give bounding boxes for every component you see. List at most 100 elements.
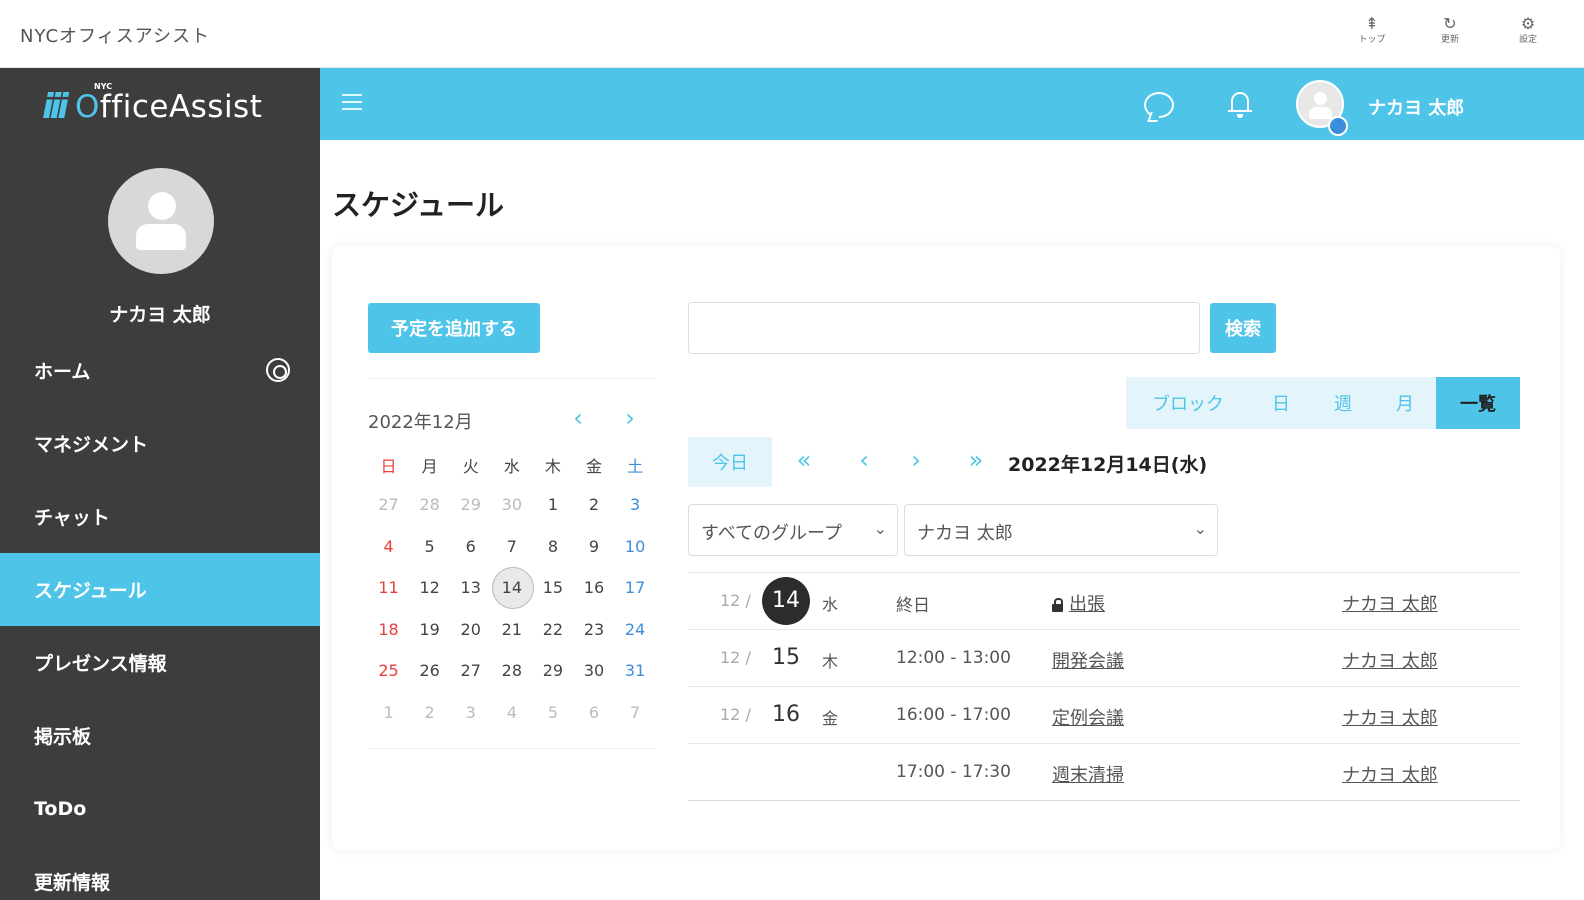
tab-month[interactable]: 月 — [1374, 377, 1436, 429]
calendar-day[interactable]: 23 — [573, 620, 614, 639]
calendar-day[interactable]: 30 — [573, 661, 614, 680]
calendar-day[interactable]: 4 — [491, 703, 532, 722]
schedule-weekday: 金 — [822, 709, 839, 728]
calendar-day[interactable]: 7 — [615, 703, 656, 722]
calendar-day[interactable]: 11 — [368, 578, 409, 597]
schedule-time: 17:00 - 17:30 — [896, 762, 1011, 782]
calendar-day[interactable]: 18 — [368, 620, 409, 639]
app-logo[interactable]: NYC iii OfficeAssist — [42, 82, 262, 132]
settings-button-label: 設定 — [1518, 35, 1537, 45]
schedule-row: 12 / 15 木 12:00 - 13:00 開発会議 ナカヨ 太郎 — [688, 630, 1520, 687]
sidebar-item-management[interactable]: マネジメント — [0, 407, 320, 480]
calendar-weekday-header: 月 — [421, 457, 438, 476]
schedule-owner-link[interactable]: ナカヨ 太郎 — [1342, 761, 1438, 787]
double-chevron-left-icon[interactable]: « — [790, 446, 818, 474]
calendar-day[interactable]: 15 — [532, 578, 573, 597]
calendar-day[interactable]: 1 — [368, 703, 409, 722]
schedule-title-link[interactable]: 定例会議 — [1052, 704, 1124, 730]
menu-icon[interactable] — [342, 94, 362, 110]
calendar-day[interactable]: 2 — [573, 495, 614, 514]
calendar-day[interactable]: 29 — [450, 495, 491, 514]
sidebar-item-home[interactable]: ホーム — [0, 334, 320, 407]
schedule-row: 12 / 16 金 16:00 - 17:00 定例会議 ナカヨ 太郎 — [688, 687, 1520, 744]
calendar-day[interactable]: 27 — [368, 495, 409, 514]
chevron-right-icon[interactable]: › — [902, 446, 930, 474]
schedule-month: 12 / — [720, 705, 751, 724]
calendar-day[interactable]: 2 — [409, 703, 450, 722]
refresh-icon: ↻ — [1443, 14, 1457, 33]
calendar-day[interactable]: 3 — [450, 703, 491, 722]
sidebar-item-presence[interactable]: プレゼンス情報 — [0, 626, 320, 699]
top-button[interactable]: ⇞ トップ — [1352, 14, 1392, 46]
schedule-title-link[interactable]: 週末清掃 — [1052, 761, 1124, 787]
refresh-button[interactable]: ↻ 更新 — [1430, 14, 1470, 46]
logo-text: OfficeAssist — [74, 89, 263, 125]
calendar-day[interactable]: 26 — [409, 661, 450, 680]
chevron-left-icon[interactable]: ‹ — [568, 404, 588, 432]
calendar-day[interactable]: 28 — [409, 495, 450, 514]
schedule-row: 12 / 14 水 終日 出張 ナカヨ 太郎 — [688, 573, 1520, 630]
gear-icon[interactable] — [266, 358, 290, 382]
tab-week[interactable]: 週 — [1312, 377, 1374, 429]
search-input[interactable] — [688, 302, 1200, 354]
calendar-day[interactable]: 28 — [491, 661, 532, 680]
calendar-day[interactable]: 25 — [368, 661, 409, 680]
sidebar-item-schedule[interactable]: スケジュール — [0, 553, 320, 626]
mini-calendar-month: 2022年12月 — [368, 412, 473, 433]
calendar-day[interactable]: 19 — [409, 620, 450, 639]
calendar-weekday-header: 日 — [380, 457, 397, 476]
schedule-weekday: 水 — [822, 595, 839, 614]
chevron-right-icon[interactable]: › — [620, 404, 640, 432]
settings-button[interactable]: ⚙ 設定 — [1508, 14, 1548, 46]
bell-icon[interactable] — [1228, 90, 1252, 118]
calendar-day[interactable]: 12 — [409, 578, 450, 597]
calendar-day[interactable]: 6 — [573, 703, 614, 722]
schedule-title-link[interactable]: 出張 — [1052, 590, 1105, 616]
chevron-left-icon[interactable]: ‹ — [850, 446, 878, 474]
group-select[interactable]: すべてのグループ ⌄ — [688, 504, 898, 556]
calendar-day[interactable]: 4 — [368, 537, 409, 556]
sidebar-item-updates[interactable]: 更新情報 — [0, 845, 320, 900]
user-select[interactable]: ナカヨ 太郎 ⌄ — [904, 504, 1218, 556]
calendar-day[interactable]: 31 — [615, 661, 656, 680]
calendar-weekday-header: 水 — [503, 457, 520, 476]
calendar-day[interactable]: 14 — [491, 567, 534, 610]
schedule-owner-link[interactable]: ナカヨ 太郎 — [1342, 590, 1438, 616]
calendar-day[interactable]: 5 — [409, 537, 450, 556]
calendar-day[interactable]: 21 — [491, 620, 532, 639]
calendar-day[interactable]: 17 — [615, 578, 656, 597]
today-button[interactable]: 今日 — [688, 437, 772, 487]
sidebar-item-chat[interactable]: チャット — [0, 480, 320, 553]
tab-list[interactable]: 一覧 — [1436, 377, 1520, 429]
sidebar-avatar[interactable] — [108, 168, 214, 274]
sidebar-item-bulletin[interactable]: 掲示板 — [0, 699, 320, 772]
calendar-day[interactable]: 29 — [532, 661, 573, 680]
double-chevron-right-icon[interactable]: » — [962, 446, 990, 474]
calendar-day[interactable]: 8 — [532, 537, 573, 556]
calendar-day[interactable]: 30 — [491, 495, 532, 514]
calendar-day[interactable]: 1 — [532, 495, 573, 514]
add-schedule-button[interactable]: 予定を追加する — [368, 303, 540, 353]
tab-day[interactable]: 日 — [1250, 377, 1312, 429]
tab-block[interactable]: ブロック — [1126, 377, 1250, 429]
sidebar-item-todo[interactable]: ToDo — [0, 772, 320, 845]
chevron-down-icon: ⌄ — [1193, 519, 1207, 538]
calendar-day[interactable]: 6 — [450, 537, 491, 556]
schedule-owner-link[interactable]: ナカヨ 太郎 — [1342, 647, 1438, 673]
calendar-day[interactable]: 24 — [615, 620, 656, 639]
calendar-day[interactable]: 27 — [450, 661, 491, 680]
calendar-day[interactable]: 7 — [491, 537, 532, 556]
schedule-title-link[interactable]: 開発会議 — [1052, 647, 1124, 673]
calendar-day[interactable]: 22 — [532, 620, 573, 639]
search-button[interactable]: 検索 — [1210, 303, 1276, 353]
calendar-day[interactable]: 5 — [532, 703, 573, 722]
calendar-day[interactable]: 10 — [615, 537, 656, 556]
calendar-day[interactable]: 13 — [450, 578, 491, 597]
calendar-day[interactable]: 3 — [615, 495, 656, 514]
calendar-day[interactable]: 16 — [573, 578, 614, 597]
calendar-day[interactable]: 9 — [573, 537, 614, 556]
chat-icon[interactable] — [1144, 92, 1174, 118]
calendar-day[interactable]: 20 — [450, 620, 491, 639]
header-username[interactable]: ナカヨ 太郎 — [1368, 94, 1464, 120]
schedule-owner-link[interactable]: ナカヨ 太郎 — [1342, 704, 1438, 730]
